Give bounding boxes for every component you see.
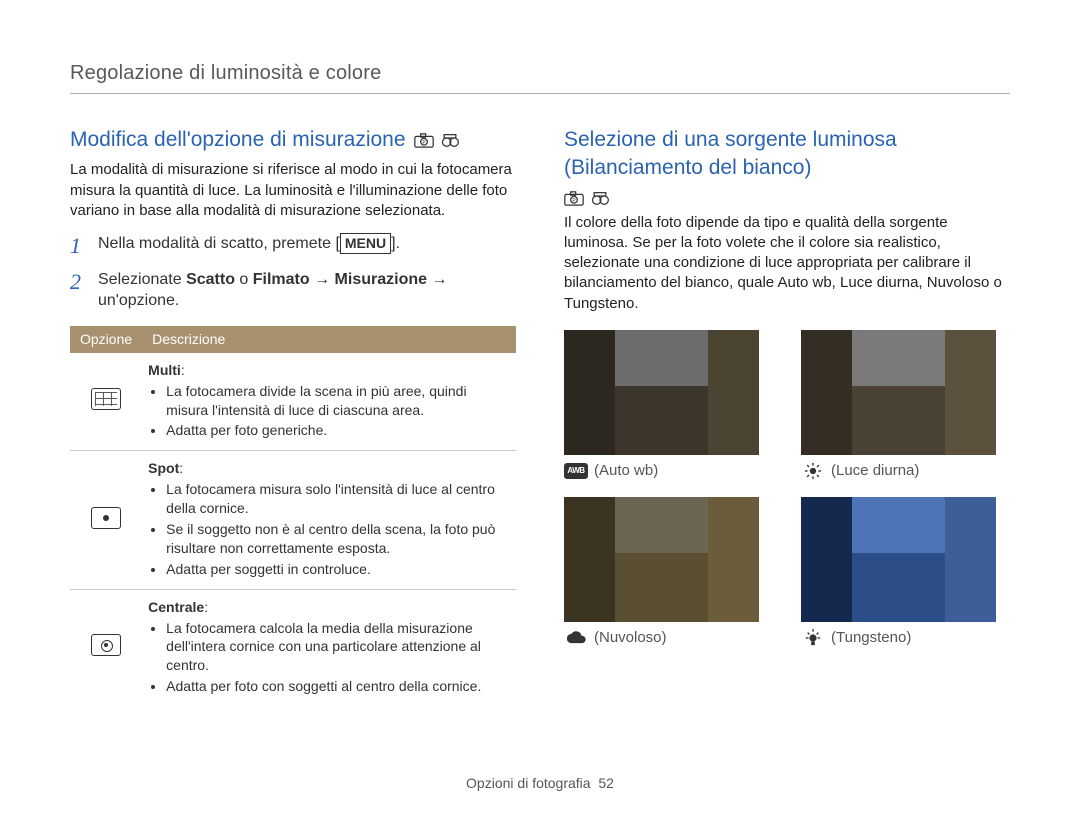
thumb-image (564, 330, 759, 455)
bullet: Adatta per foto con soggetti al centro d… (166, 677, 510, 696)
th-desc: Descrizione (142, 326, 516, 353)
metering-multi-icon (91, 388, 121, 410)
mode-icons-right: P (564, 191, 610, 207)
awb-icon: AWB (564, 463, 588, 479)
step2-b3: Misurazione (335, 271, 427, 288)
bullets-center: La fotocamera calcola la media della mis… (148, 619, 510, 697)
thumb-caption: (Tungsteno) (801, 628, 1010, 648)
caption-text: (Tungsteno) (831, 628, 911, 648)
step-2: Selezionate Scatto o Filmato → Misurazio… (70, 269, 516, 312)
right-section-title: Selezione di una sorgente luminosa (Bila… (564, 126, 1010, 207)
bullet: La fotocamera calcola la media della mis… (166, 619, 510, 676)
step1-pre: Nella modalità di scatto, premete [ (98, 235, 340, 252)
step2-b2: Filmato (253, 271, 310, 288)
right-title-text: Selezione di una sorgente luminosa (Bila… (564, 126, 1010, 183)
right-column: Selezione di una sorgente luminosa (Bila… (564, 126, 1010, 706)
opt-desc-center: Centrale: La fotocamera calcola la media… (142, 589, 516, 706)
footer-text: Opzioni di fotografia (466, 775, 591, 791)
bullets-multi: La fotocamera divide la scena in più are… (148, 382, 510, 441)
table-row: Multi: La fotocamera divide la scena in … (70, 353, 516, 451)
opt-desc-spot: Spot: La fotocamera misura solo l'intens… (142, 451, 516, 589)
bullet: Se il soggetto non è al centro della sce… (166, 520, 510, 558)
thumb-image (564, 497, 759, 622)
options-table: Opzione Descrizione Multi: La fotocamera… (70, 326, 516, 706)
thumb-tungsten: (Tungsteno) (801, 497, 1010, 648)
opt-icon-spot-cell (70, 451, 142, 589)
step2-arr1: → (310, 271, 335, 288)
thumb-caption: (Luce diurna) (801, 461, 1010, 481)
table-row: Spot: La fotocamera misura solo l'intens… (70, 451, 516, 589)
thumb-cloudy: (Nuvoloso) (564, 497, 773, 648)
caption-text: (Luce diurna) (831, 461, 919, 481)
page-footer: Opzioni di fotografia 52 (0, 774, 1080, 793)
page-header: Regolazione di luminosità e colore (70, 60, 1010, 94)
sun-icon (801, 463, 825, 479)
left-title-text: Modifica dell'opzione di misurazione (70, 126, 406, 154)
thumbnail-grid: AWB (Auto wb) (Luce diurna) (564, 330, 1010, 649)
right-intro: Il colore della foto dipende da tipo e q… (564, 213, 1010, 314)
mode-icons-left: P (414, 132, 460, 148)
caption-text: (Nuvoloso) (594, 628, 667, 648)
thumb-image (801, 497, 996, 622)
bullets-spot: La fotocamera misura solo l'intensità di… (148, 480, 510, 578)
opt-name-center: Centrale (148, 599, 204, 615)
opt-desc-multi: Multi: La fotocamera divide la scena in … (142, 353, 516, 451)
thumb-caption: (Nuvoloso) (564, 628, 773, 648)
bullet: Adatta per soggetti in controluce. (166, 560, 510, 579)
thumb-image (801, 330, 996, 455)
table-row: Centrale: La fotocamera calcola la media… (70, 589, 516, 706)
bullet: Adatta per foto generiche. (166, 421, 510, 440)
left-intro: La modalità di misurazione si riferisce … (70, 160, 516, 221)
opt-name-multi: Multi (148, 362, 181, 378)
step1-post: ]. (391, 235, 400, 252)
left-column: Modifica dell'opzione di misurazione P L… (70, 126, 516, 706)
thumb-auto-wb: AWB (Auto wb) (564, 330, 773, 481)
step2-b1: Scatto (186, 271, 235, 288)
footer-page: 52 (598, 775, 614, 791)
th-option: Opzione (70, 326, 142, 353)
left-section-title: Modifica dell'opzione di misurazione P (70, 126, 516, 154)
caption-text: (Auto wb) (594, 461, 658, 481)
video-mode-icon (590, 191, 610, 207)
bulb-icon (801, 630, 825, 646)
opt-name-spot: Spot (148, 460, 179, 476)
content-columns: Modifica dell'opzione di misurazione P L… (70, 126, 1010, 706)
photo-mode-icon: P (414, 132, 434, 148)
cloud-icon (564, 630, 588, 646)
menu-key: MENU (340, 233, 391, 254)
bullet: La fotocamera misura solo l'intensità di… (166, 480, 510, 518)
steps-list: Nella modalità di scatto, premete [MENU]… (70, 233, 516, 312)
metering-spot-icon (91, 507, 121, 529)
metering-center-icon (91, 634, 121, 656)
opt-icon-multi-cell (70, 353, 142, 451)
thumb-daylight: (Luce diurna) (801, 330, 1010, 481)
video-mode-icon (440, 132, 460, 148)
thumb-caption: AWB (Auto wb) (564, 461, 773, 481)
bullet: La fotocamera divide la scena in più are… (166, 382, 510, 420)
step2-pre: Selezionate (98, 271, 186, 288)
step-1: Nella modalità di scatto, premete [MENU]… (70, 233, 516, 255)
step2-mid1: o (235, 271, 253, 288)
photo-mode-icon: P (564, 191, 584, 207)
opt-icon-center-cell (70, 589, 142, 706)
